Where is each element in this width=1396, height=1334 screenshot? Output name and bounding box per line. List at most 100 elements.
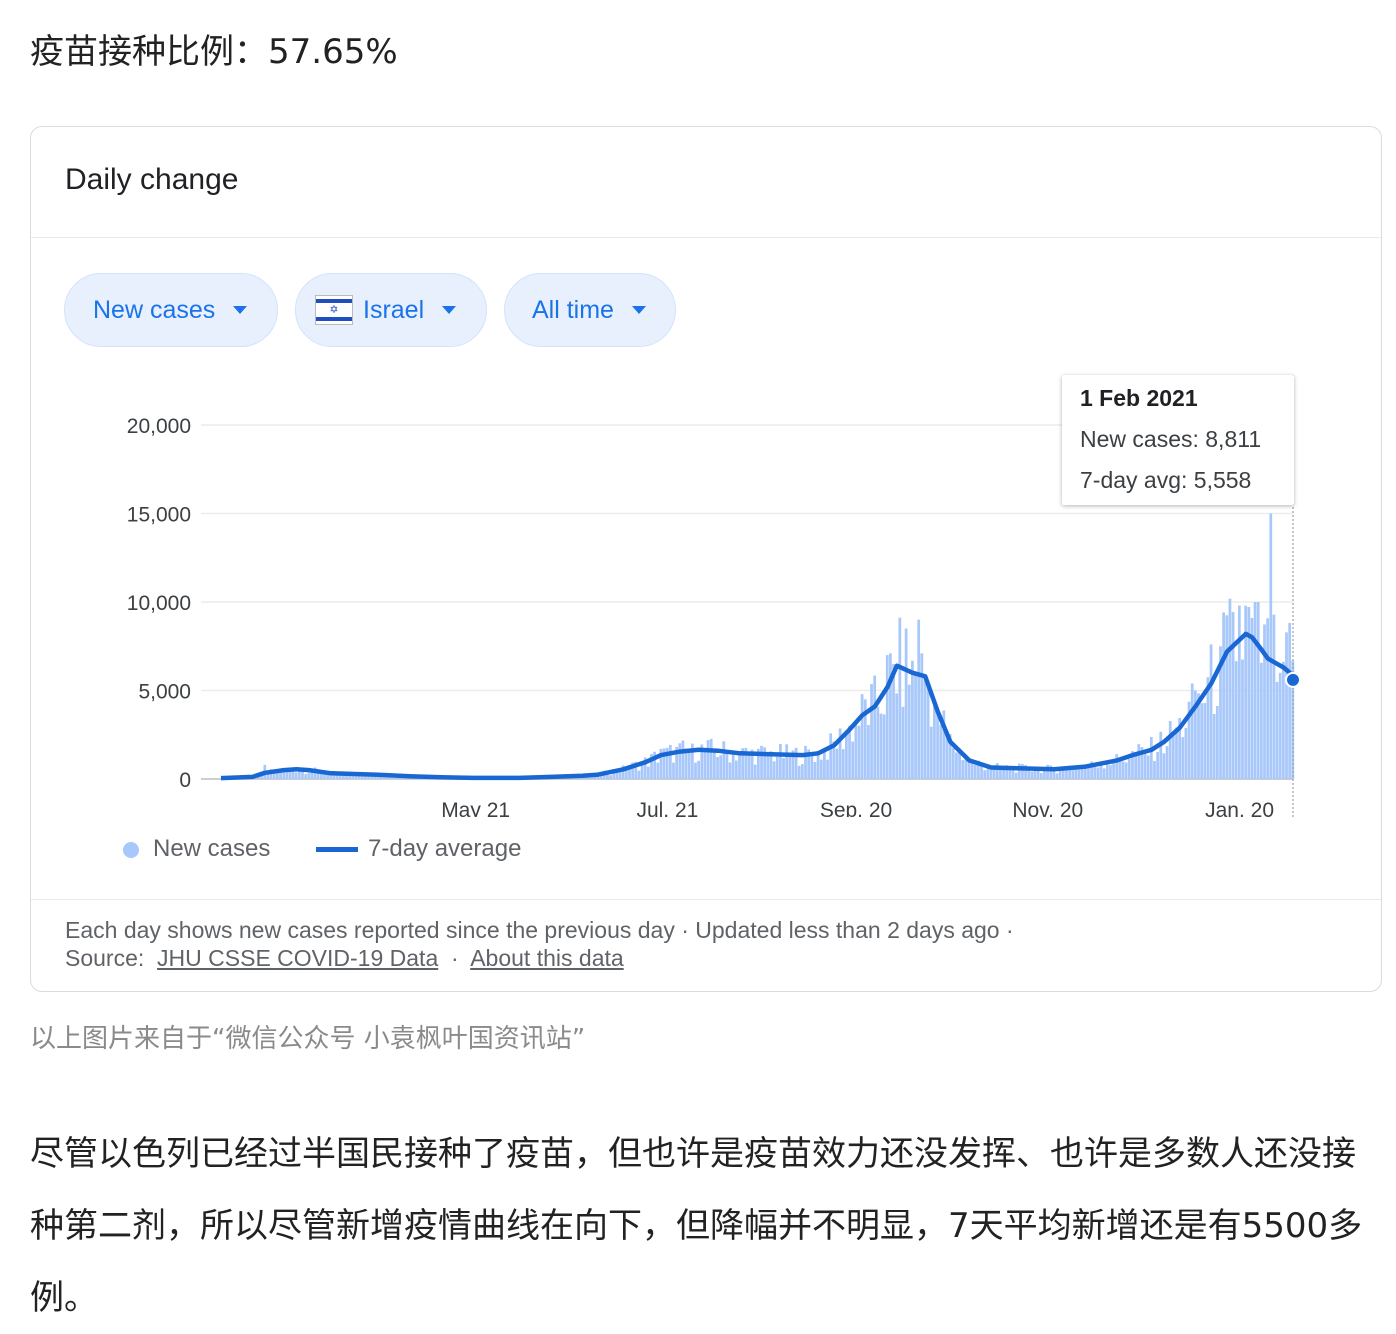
bar [876,707,879,779]
bar [1134,754,1137,779]
bar [920,653,923,779]
bar [1153,761,1156,779]
bar [1232,612,1235,779]
bar [1125,762,1128,779]
bar [836,749,839,779]
bar [810,755,813,779]
bar [1166,746,1169,779]
chevron-down-icon [233,306,247,314]
bar [917,620,920,779]
bar [713,750,716,779]
divider [31,237,1381,238]
legend-dot-icon [123,842,139,858]
bar [710,739,713,779]
bar [754,765,757,779]
footer-note: Each day shows new cases reported since … [65,917,1014,944]
bar [672,763,675,779]
bar [1100,765,1103,779]
bar [1257,602,1260,779]
bar [1163,753,1166,779]
bar [983,770,986,779]
bar [1225,615,1228,779]
bar [854,721,857,779]
metric-dropdown[interactable]: New cases [64,273,278,347]
bar [1216,706,1219,779]
x-tick-label: Jan. 20 [1205,799,1274,817]
legend-average: 7-day average [316,835,521,863]
bar [304,774,307,779]
bar [1288,623,1291,779]
bar [889,653,892,779]
israel-flag-icon: ✡ [315,295,353,325]
bar [829,733,832,779]
x-tick-label: Nov. 20 [1012,799,1083,817]
bar [1031,772,1034,779]
bar [1269,514,1272,780]
bar [785,744,788,779]
bar [1056,773,1059,779]
bar [955,752,958,779]
bar [914,675,917,779]
bar [1235,661,1238,779]
bar [694,763,697,779]
bar [697,761,700,779]
bar [1181,737,1184,779]
bar [656,763,659,779]
bar [924,678,927,779]
bar [1015,773,1018,779]
bar [748,754,751,779]
bar [892,664,895,779]
bar [986,768,989,779]
bar [867,725,870,779]
avg-endpoint [1286,673,1300,687]
y-tick-label: 20,000 [127,415,191,438]
bar [795,748,798,779]
bar [625,770,628,779]
source-link[interactable]: JHU CSSE COVID-19 Data [157,945,438,971]
bar [804,746,807,779]
bar [870,684,873,779]
covid-card: Daily change New cases ✡ Israel All time… [30,126,1382,992]
bar [1144,750,1147,779]
bar [880,714,883,779]
country-dropdown[interactable]: ✡ Israel [295,273,487,347]
legend-label: New cases [153,835,270,862]
bar [1106,765,1109,779]
bar [760,746,763,779]
bar [716,757,719,779]
about-data-link[interactable]: About this data [470,945,623,971]
range-dropdown[interactable]: All time [504,273,676,347]
bar [873,676,876,779]
image-caption: 以上图片来自于“微信公众号 小袁枫叶国资讯站” [30,1018,585,1055]
bar [933,703,936,779]
bar [1018,764,1021,779]
bar [704,750,707,779]
headline: 疫苗接种比例：57.65% [30,24,398,73]
bar [682,741,685,779]
bar [773,761,776,779]
tooltip-avg: 7-day avg: 5,558 [1080,467,1251,494]
bar [1229,599,1232,779]
bar [776,757,779,779]
bar [1103,768,1106,779]
x-tick-label: May 21 [441,799,510,817]
bar [861,694,864,779]
bar [895,694,898,779]
bar [1254,602,1257,779]
bar [738,754,741,779]
bar [1027,770,1030,779]
range-dropdown-label: All time [532,296,614,325]
bar [964,759,967,779]
source-label: Source: [65,945,144,971]
bar [707,740,710,779]
bar [1159,732,1162,779]
divider [31,899,1381,900]
bar [669,745,672,779]
bar [898,618,901,779]
bar [1279,673,1282,779]
bar [974,765,977,779]
bar [820,760,823,779]
bar [688,751,691,779]
bar [1109,765,1112,779]
y-tick-label: 10,000 [127,592,191,615]
